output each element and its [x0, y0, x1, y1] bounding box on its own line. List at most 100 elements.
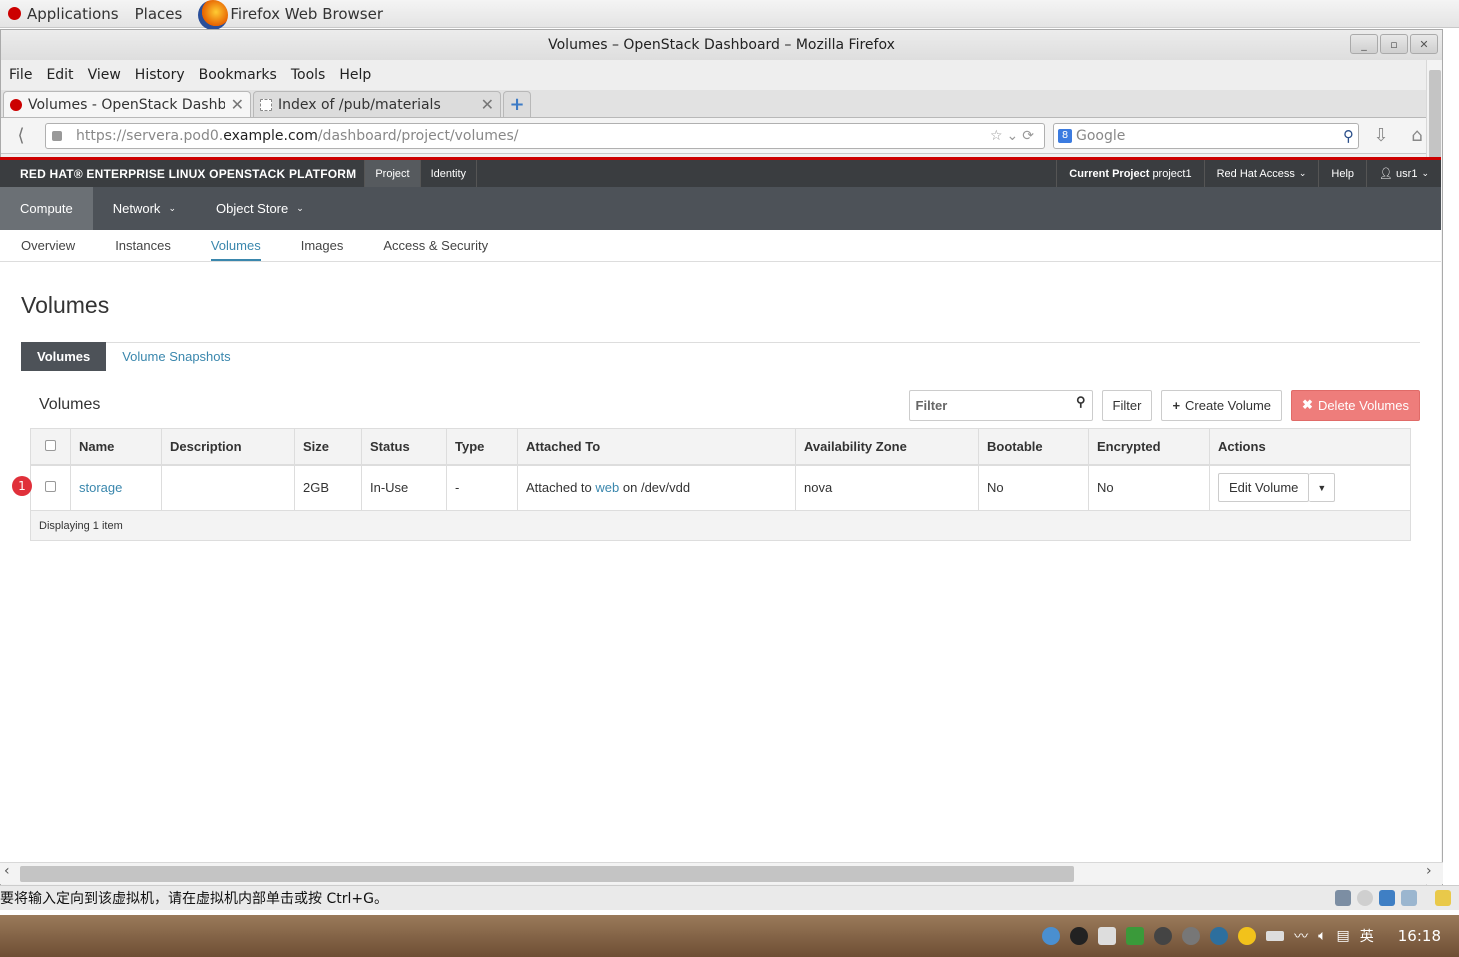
minimize-button[interactable]: _ — [1350, 34, 1378, 54]
volumes-table: Name Description Size Status Type Attach… — [30, 428, 1411, 541]
close-window-button[interactable]: ✕ — [1410, 34, 1438, 54]
actions-dropdown-toggle[interactable]: ▼ — [1309, 473, 1336, 503]
col-bootable[interactable]: Bootable — [978, 428, 1089, 466]
plus-shield-icon[interactable] — [1238, 927, 1257, 945]
tab-volumes[interactable]: Volumes — [21, 342, 107, 371]
bookmark-star-icon[interactable]: ☆⌄⟳ — [990, 128, 1038, 144]
tab-volume-snapshots[interactable]: Volume Snapshots — [106, 342, 246, 371]
vmware-icon[interactable] — [1042, 927, 1061, 945]
qq-icon[interactable] — [1070, 927, 1089, 945]
col-type[interactable]: Type — [446, 428, 518, 466]
col-description[interactable]: Description — [161, 428, 295, 466]
brand-logo[interactable]: RED HAT® ENTERPRISE LINUX OPENSTACK PLAT… — [0, 160, 366, 187]
places-menu[interactable]: Places — [135, 5, 183, 23]
active-app-indicator[interactable]: Firefox Web Browser — [198, 0, 383, 30]
edit-volume-button[interactable]: Edit Volume — [1218, 473, 1310, 503]
harddisk-icon[interactable] — [1335, 890, 1351, 906]
current-project-dropdown[interactable]: Current Project project1 — [1056, 160, 1203, 187]
cell-actions: Edit Volume ▼ — [1209, 464, 1411, 511]
nav-compute[interactable]: Compute — [0, 187, 93, 230]
new-tab-button[interactable]: + — [503, 91, 531, 117]
url-bar[interactable]: https://servera.pod0. example.com/dashboa… — [45, 122, 1045, 149]
row-actions: Edit Volume ▼ — [1218, 473, 1402, 503]
volume-icon[interactable]: 🔈︎ — [1318, 928, 1326, 944]
network-icon[interactable] — [1379, 890, 1395, 906]
app-icon[interactable] — [1182, 927, 1201, 945]
clock[interactable]: 16:18 — [1398, 927, 1441, 945]
ime-indicator[interactable]: 英 — [1360, 926, 1374, 946]
close-tab-icon[interactable]: ✕ — [481, 95, 494, 114]
create-volume-label: Create Volume — [1185, 397, 1272, 413]
display-icon[interactable] — [1401, 890, 1417, 906]
col-size[interactable]: Size — [294, 428, 362, 466]
col-encrypted[interactable]: Encrypted — [1088, 428, 1210, 466]
url-path: /dashboard/project/volumes/ — [317, 127, 519, 144]
create-volume-button[interactable]: + Create Volume — [1161, 389, 1283, 421]
vm-status-message: 要将输入定向到该虚拟机，请在虚拟机内部单击或按 Ctrl+G。 — [0, 891, 388, 907]
delete-volumes-button[interactable]: ✖ Delete Volumes — [1291, 389, 1420, 421]
topnav-help[interactable]: Help — [1318, 160, 1366, 187]
nvidia-icon[interactable] — [1126, 927, 1145, 945]
browser-tab-volumes[interactable]: Volumes - OpenStack Dashb... ✕ — [3, 91, 251, 117]
filter-placeholder: Filter — [915, 397, 948, 413]
gnome-top-panel: Applications Places Firefox Web Browser — [0, 0, 1459, 30]
nav-object-store[interactable]: Object Store ⌄ — [196, 187, 324, 230]
security-icon[interactable] — [1154, 927, 1173, 945]
maximize-button[interactable]: ▫ — [1380, 34, 1408, 54]
subnav-instances[interactable]: Instances — [115, 230, 171, 261]
applications-menu[interactable]: Applications — [8, 5, 119, 23]
window-title: Volumes – OpenStack Dashboard – Mozilla … — [548, 37, 895, 53]
topnav-project[interactable]: Project — [365, 160, 421, 187]
menu-view[interactable]: View — [88, 67, 121, 83]
action-center-icon[interactable]: ▤ — [1337, 928, 1350, 944]
menu-file[interactable]: File — [9, 67, 32, 83]
col-status[interactable]: Status — [361, 428, 447, 466]
attached-suffix: on /dev/vdd — [622, 480, 691, 496]
search-icon[interactable]: ⚲ — [1343, 127, 1354, 145]
download-icon[interactable]: ⇩ — [1367, 122, 1395, 150]
topnav-identity[interactable]: Identity — [421, 160, 478, 187]
volume-name-link[interactable]: storage — [79, 480, 122, 495]
row-checkbox[interactable] — [45, 481, 56, 493]
globe-icon[interactable] — [1210, 927, 1229, 945]
menu-edit[interactable]: Edit — [46, 67, 73, 83]
scroll-right-icon[interactable]: › — [1426, 863, 1432, 879]
battery-icon[interactable] — [1266, 931, 1285, 941]
select-all-checkbox[interactable] — [45, 439, 56, 451]
google-engine-icon[interactable]: 8 — [1058, 128, 1072, 143]
filter-input[interactable]: Filter ⚲ — [908, 389, 1093, 421]
close-tab-icon[interactable]: ✕ — [231, 95, 244, 114]
nav-network[interactable]: Network ⌄ — [93, 187, 196, 230]
table-footer: Displaying 1 item — [30, 510, 1411, 541]
menu-bookmarks[interactable]: Bookmarks — [199, 67, 277, 83]
notes-icon[interactable] — [1435, 890, 1451, 906]
col-attached-to[interactable]: Attached To — [517, 428, 796, 466]
cell-availability-zone: nova — [795, 464, 979, 511]
scroll-left-icon[interactable]: ‹ — [4, 863, 10, 879]
plus-icon: + — [1172, 397, 1181, 413]
subnav-overview[interactable]: Overview — [21, 230, 75, 261]
webpage: RED HAT® ENTERPRISE LINUX OPENSTACK PLAT… — [0, 157, 1441, 862]
horizontal-scroll-thumb[interactable] — [20, 866, 1074, 882]
redhat-access-dropdown[interactable]: Red Hat Access ⌄ — [1203, 160, 1319, 187]
menu-help[interactable]: Help — [339, 67, 371, 83]
col-availability-zone[interactable]: Availability Zone — [795, 428, 979, 466]
menu-history[interactable]: History — [135, 67, 185, 83]
wifi-icon[interactable]: 〰 — [1294, 926, 1308, 946]
user-menu[interactable]: 👤︎ usr1 ⌄ — [1366, 160, 1441, 187]
cdrom-icon[interactable] — [1357, 890, 1373, 906]
subnav-images[interactable]: Images — [301, 230, 344, 261]
attached-instance-link[interactable]: web — [595, 480, 619, 495]
subnav-access-security[interactable]: Access & Security — [383, 230, 488, 261]
back-icon[interactable]: ⟨ — [7, 122, 35, 150]
menu-tools[interactable]: Tools — [291, 67, 326, 83]
horizontal-scrollbar[interactable]: ‹ › — [0, 862, 1443, 884]
attached-prefix: Attached to — [526, 480, 592, 496]
col-name[interactable]: Name — [70, 428, 162, 466]
device-icon[interactable] — [1098, 927, 1117, 945]
chevron-down-icon: ⌄ — [1421, 168, 1429, 178]
search-bar[interactable]: 8 Google ⚲ — [1053, 122, 1359, 149]
subnav-volumes[interactable]: Volumes — [210, 230, 261, 261]
browser-tab-materials[interactable]: Index of /pub/materials ✕ — [253, 91, 501, 117]
filter-button[interactable]: Filter — [1101, 389, 1153, 421]
